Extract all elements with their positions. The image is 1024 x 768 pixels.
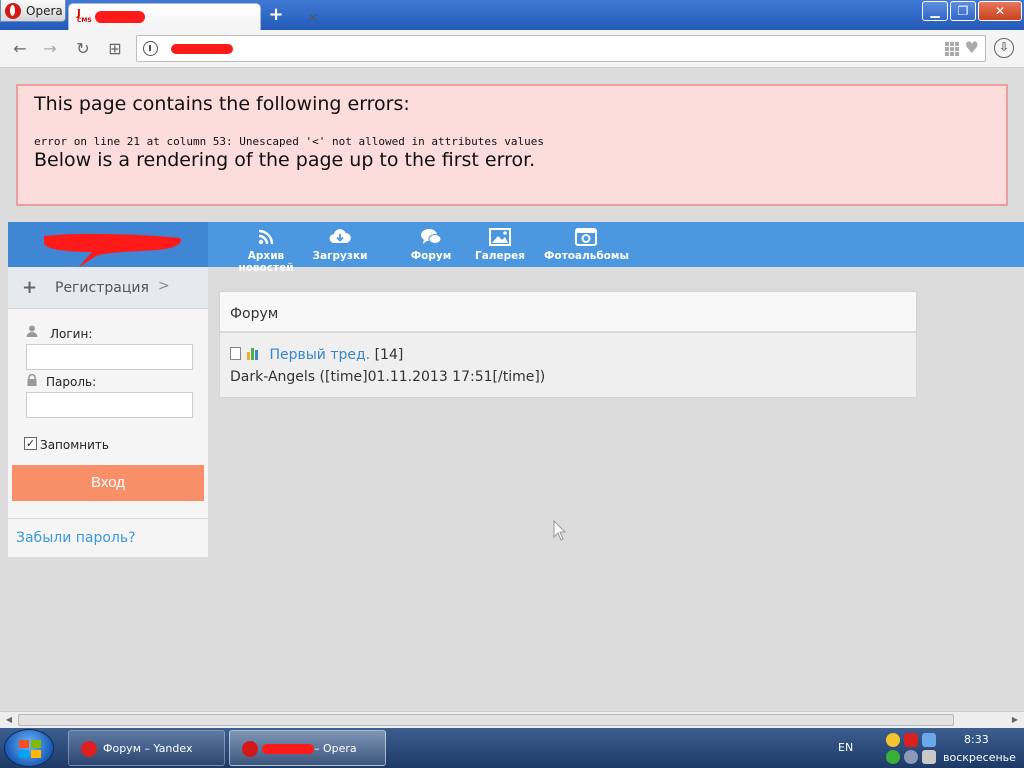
login-input[interactable] [26, 344, 193, 370]
window-maximize-button[interactable]: ❐ [950, 1, 976, 21]
taskbar-item-opera[interactable]: – Opera [229, 730, 386, 766]
system-tray [884, 731, 936, 765]
windows-logo-icon [19, 740, 41, 758]
forum-thread-row: Первый тред. [14] [230, 347, 403, 363]
forward-arrow-icon[interactable]: → [39, 38, 61, 60]
yandex-browser-icon [81, 741, 97, 757]
opera-logo-icon [242, 741, 258, 757]
tray-app-icon[interactable] [886, 733, 900, 747]
opera-logo-icon [5, 2, 21, 19]
menu-forum-label: Форум [410, 250, 452, 262]
menu-gallery-label: Галерея [475, 250, 525, 262]
redacted-logo [44, 233, 182, 268]
menu-forum[interactable]: Форум [406, 228, 456, 266]
menu-photo-albums[interactable]: Фотоальбомы [544, 228, 629, 266]
browser-tab-active[interactable]: J CMS ✕ [68, 3, 318, 30]
speed-dial-icon[interactable]: ⊞ [104, 38, 126, 60]
error-title: This page contains the following errors: [34, 93, 410, 115]
update-tray-icon[interactable] [904, 750, 918, 764]
menu-news-archive[interactable]: Архив новостей [220, 228, 312, 274]
sidebar-divider [8, 518, 208, 519]
document-icon [230, 347, 241, 360]
register-label: Регистрация [55, 280, 149, 296]
menu-downloads-label: Загрузки [312, 250, 368, 262]
menu-photo-albums-label: Фотоальбомы [544, 250, 629, 262]
clock-day: воскресенье [943, 751, 1016, 764]
plus-icon: + [22, 277, 38, 298]
password-label: Пароль: [46, 375, 97, 389]
window-close-button[interactable]: ✕ [978, 1, 1022, 21]
horizontal-scrollbar[interactable]: ◀ ▶ [0, 711, 1024, 728]
add-to-speed-dial-icon[interactable] [945, 42, 959, 56]
chat-bubbles-icon [421, 229, 442, 244]
camera-icon [575, 228, 597, 246]
address-bar[interactable]: ♥ [136, 35, 986, 62]
remember-checkbox[interactable]: ✓ [24, 437, 37, 450]
tab-close-icon[interactable]: ✕ [305, 10, 321, 26]
menu-gallery[interactable]: Галерея [472, 228, 528, 266]
site-info-icon[interactable] [143, 41, 158, 56]
register-link[interactable]: + Регистрация > [8, 267, 208, 309]
redacted-tab-title [95, 11, 145, 23]
clock-time[interactable]: 8:33 [964, 733, 989, 746]
lock-icon [27, 374, 37, 386]
image-icon [489, 228, 511, 246]
error-detail: error on line 21 at column 53: Unescaped… [34, 135, 544, 148]
start-button[interactable] [4, 729, 54, 767]
chevron-right-icon: > [158, 278, 170, 294]
login-button[interactable]: Вход [12, 465, 204, 501]
login-label: Логин: [50, 327, 93, 341]
forum-panel-header: Форум [220, 292, 916, 333]
rss-icon [258, 229, 274, 245]
error-below-note: Below is a rendering of the page up to t… [34, 149, 536, 171]
back-arrow-icon[interactable]: ← [9, 38, 31, 60]
forum-title: Форум [230, 306, 279, 322]
scroll-right-arrow-icon[interactable]: ▶ [1008, 714, 1022, 726]
cloud-download-icon [329, 229, 351, 243]
redacted-window-title [262, 744, 314, 754]
menu-downloads[interactable]: Загрузки [308, 228, 372, 266]
taskbar-item-opera-label: – Opera [314, 742, 357, 755]
new-tab-button[interactable]: + [266, 6, 286, 26]
site-logo[interactable] [8, 222, 208, 268]
window-minimize-button[interactable]: ▁ [922, 1, 948, 21]
security-tray-icon[interactable] [886, 750, 900, 764]
language-indicator[interactable]: EN [838, 741, 853, 754]
redacted-url [171, 44, 233, 54]
login-sidebar: + Регистрация > Логин: Пароль: ✓ Запомни… [8, 267, 208, 557]
browser-titlebar: Opera J CMS ✕ + ▁ ❐ ✕ [0, 0, 1024, 30]
opera-menu-label: Opera [26, 3, 63, 18]
download-icon[interactable]: ⇩ [994, 38, 1014, 58]
bookmark-heart-icon[interactable]: ♥ [965, 38, 979, 57]
opera-menu-button[interactable]: Opera [0, 0, 66, 22]
remember-label: Запомнить [40, 438, 109, 452]
volume-icon[interactable] [922, 750, 936, 764]
forum-panel: Форум Первый тред. [14] Dark-Angels ([ti… [219, 291, 917, 398]
site-favicon-icon: J CMS [77, 8, 92, 25]
menu-news-archive-label: Архив новостей [238, 250, 294, 274]
scrollbar-thumb[interactable] [18, 714, 954, 726]
thread-link[interactable]: Первый тред. [269, 347, 370, 363]
antivirus-tray-icon[interactable] [904, 733, 918, 747]
thread-author-date: Dark-Angels ([time]01.11.2013 17:51[/tim… [230, 369, 546, 385]
reload-icon[interactable]: ↻ [72, 38, 94, 60]
stats-bars-icon [247, 347, 261, 360]
forgot-password-link[interactable]: Забыли пароль? [16, 530, 136, 546]
network-tray-icon[interactable] [922, 733, 936, 747]
taskbar-item-yandex[interactable]: Форум – Yandex [68, 730, 225, 766]
mouse-cursor-icon [553, 520, 567, 541]
thread-post-count: [14] [374, 347, 404, 363]
site-header: Архив новостей Загрузки Форум Галерея Фо… [8, 222, 1024, 274]
windows-taskbar: Форум – Yandex – Opera EN 8:33 воскресен… [0, 728, 1024, 768]
user-icon [26, 325, 38, 337]
scroll-left-arrow-icon[interactable]: ◀ [2, 714, 16, 726]
xml-error-box: This page contains the following errors:… [16, 84, 1008, 206]
taskbar-item-yandex-label: Форум – Yandex [103, 742, 193, 755]
browser-navbar: ← → ↻ ⊞ ♥ ⇩ [0, 30, 1024, 68]
password-input[interactable] [26, 392, 193, 418]
